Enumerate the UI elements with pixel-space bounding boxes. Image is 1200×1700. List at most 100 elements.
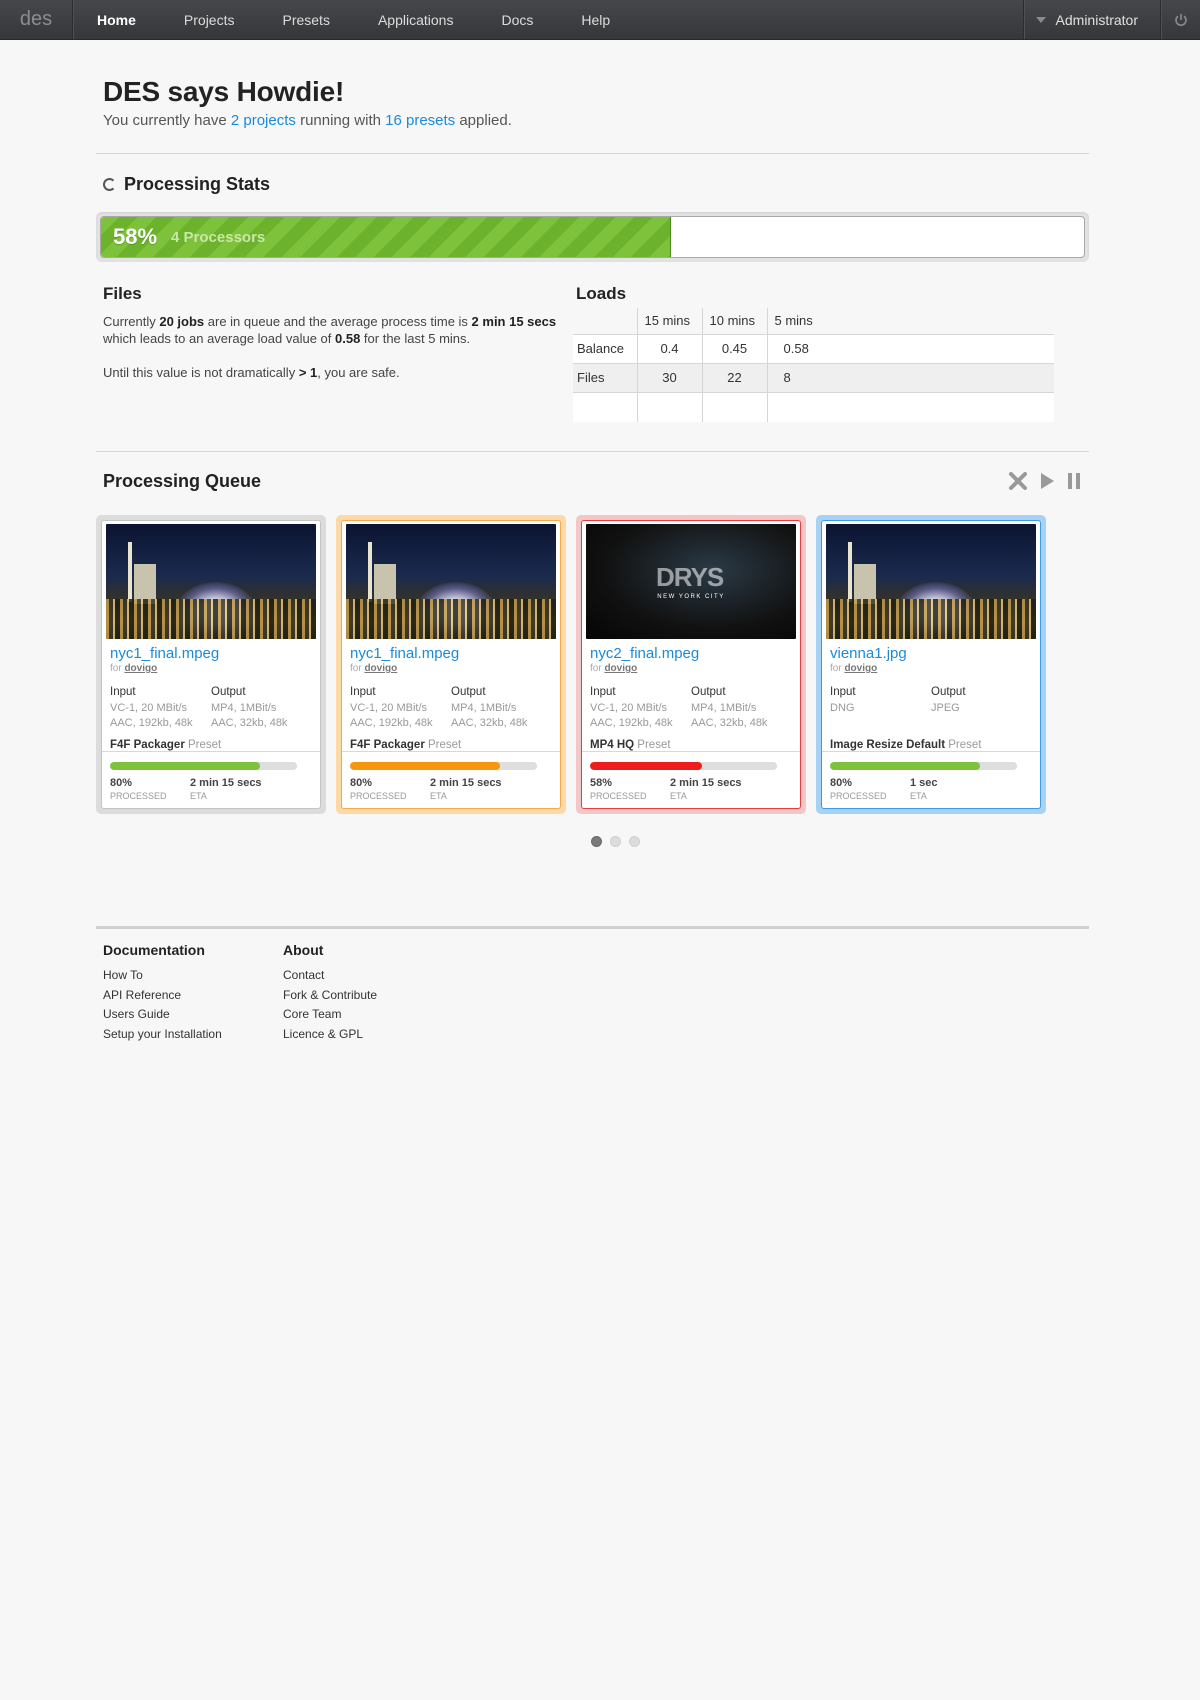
job-progress-fill: [350, 762, 500, 770]
user-name: Administrator: [1055, 11, 1138, 28]
output-label: Output: [691, 686, 726, 698]
table-header-empty: [573, 308, 638, 334]
job-title[interactable]: vienna1.jpg: [830, 645, 1032, 662]
queue-title: Processing Queue: [103, 470, 262, 491]
input-value: VC-1, 20 MBit/s: [350, 702, 428, 714]
table-cell: [637, 391, 703, 422]
queue-card[interactable]: DRYS NEW YORK CITY nyc2_final.mpeg for do…: [576, 515, 806, 814]
stats-title: Processing Stats: [124, 174, 271, 194]
jobs-count: 20 jobs: [159, 314, 205, 329]
table-cell: 0.45: [702, 333, 768, 363]
output-value: MP4, 1MBit/s: [451, 702, 517, 714]
table-row: Files 30 22 8: [573, 362, 1054, 392]
footer-link-fork[interactable]: Fork & Contribute: [283, 986, 463, 1006]
owner-link[interactable]: dovigo: [124, 663, 157, 674]
play-icon[interactable]: [1038, 471, 1056, 491]
page-dot-2[interactable]: [609, 836, 621, 847]
files-text: , you are safe.: [317, 365, 400, 380]
job-preset: Image Resize Default Preset: [830, 739, 1032, 751]
job-progress-bar: [350, 762, 537, 770]
stop-all-icon[interactable]: [1008, 471, 1028, 491]
job-owner: for dovigo: [830, 663, 1032, 674]
page-dot-1[interactable]: [590, 836, 602, 847]
output-value: MP4, 1MBit/s: [691, 702, 757, 714]
table-cell: Files: [573, 362, 638, 392]
output-label: Output: [451, 686, 486, 698]
owner-link[interactable]: dovigo: [364, 663, 397, 674]
job-footer: 58% PROCESSED 2 min 15 secs ETA: [582, 751, 800, 808]
nav-item-presets[interactable]: Presets: [258, 0, 353, 39]
hero: DES says Howdie! You currently have 2 pr…: [96, 40, 1089, 153]
job-footer: 80% PROCESSED 2 min 15 secs ETA: [342, 751, 560, 808]
job-title[interactable]: nyc1_final.mpeg: [110, 645, 312, 662]
footer-doc-title: Documentation: [103, 942, 205, 958]
queue-cards: nyc1_final.mpeg for dovigo Input VC-1, 20…: [96, 515, 1089, 814]
progress-track: 58% 4 Processors: [100, 216, 1085, 258]
logout-button[interactable]: [1160, 0, 1200, 39]
footer-about: About Contact Fork & Contribute Core Tea…: [283, 942, 463, 1044]
projects-link[interactable]: 2 projects: [231, 112, 296, 129]
loads-panel: Loads 15 mins 10 mins 5 mins Balance 0.4…: [573, 284, 1054, 422]
job-progress-bar: [590, 762, 777, 770]
owner-link[interactable]: dovigo: [844, 663, 877, 674]
queue-header: Processing Queue: [96, 468, 1089, 494]
job-thumbnail: [106, 524, 316, 639]
processed-value: 80%: [830, 777, 853, 789]
avg-load-value: 0.58: [335, 331, 361, 346]
queue-card[interactable]: nyc1_final.mpeg for dovigo Input VC-1, 20…: [336, 515, 566, 814]
nav-item-home[interactable]: Home: [73, 0, 160, 39]
table-cell: [767, 391, 1054, 422]
page-dot-3[interactable]: [628, 836, 640, 847]
presets-link[interactable]: 16 presets: [385, 112, 455, 129]
user-menu[interactable]: Administrator: [1022, 0, 1160, 39]
input-value: AAC, 192kb, 48k: [110, 717, 193, 729]
eta-value: 2 min 15 secs: [670, 777, 742, 789]
footer-link-licence[interactable]: Licence & GPL: [283, 1025, 463, 1045]
table-header-row: 15 mins 10 mins 5 mins: [573, 308, 1054, 334]
processed-label: PROCESSED: [110, 791, 167, 801]
job-title[interactable]: nyc2_final.mpeg: [590, 645, 792, 662]
job-progress-bar: [830, 762, 1017, 770]
footer-link-api-reference[interactable]: API Reference: [103, 986, 283, 1006]
queue-card[interactable]: vienna1.jpg for dovigo Input DNG Output JP…: [816, 515, 1046, 814]
owner-link[interactable]: dovigo: [604, 663, 637, 674]
preset-suffix: Preset: [428, 739, 462, 751]
queue-actions: [1008, 471, 1082, 491]
footer-link-setup[interactable]: Setup your Installation: [103, 1025, 283, 1045]
top-navbar: des Home Projects Presets Applications D…: [0, 0, 1200, 40]
footer-link-contact[interactable]: Contact: [283, 966, 463, 986]
footer-link-how-to[interactable]: How To: [103, 966, 283, 986]
avg-process-time: 2 min 15 secs: [471, 314, 557, 329]
table-cell: Balance: [573, 333, 638, 363]
job-thumbnail: [826, 524, 1036, 639]
main-nav: Home Projects Presets Applications Docs …: [73, 0, 634, 39]
output-label: Output: [211, 686, 246, 698]
processing-progress: 58% 4 Processors: [96, 212, 1089, 262]
for-label: for: [590, 663, 602, 674]
job-title[interactable]: nyc1_final.mpeg: [350, 645, 552, 662]
table-cell: [702, 391, 768, 422]
footer-link-core-team[interactable]: Core Team: [283, 1005, 463, 1025]
footer-link-users-guide[interactable]: Users Guide: [103, 1005, 283, 1025]
processed-value: 80%: [350, 777, 373, 789]
queue-card[interactable]: nyc1_final.mpeg for dovigo Input VC-1, 20…: [96, 515, 326, 814]
processed-value: 80%: [110, 777, 133, 789]
nav-item-docs[interactable]: Docs: [477, 0, 557, 39]
preset-suffix: Preset: [948, 739, 982, 751]
progress-fill: 58% 4 Processors: [101, 217, 672, 257]
nav-item-applications[interactable]: Applications: [354, 0, 478, 39]
files-text: Until this value is not dramatically: [103, 365, 299, 380]
brand-logo[interactable]: des: [0, 0, 73, 39]
table-cell: 8: [767, 362, 1054, 392]
table-header: 10 mins: [702, 308, 768, 334]
job-io: Input VC-1, 20 MBit/s AAC, 192kb, 48k Outp…: [110, 686, 312, 731]
output-value: AAC, 32kb, 48k: [211, 717, 288, 729]
pause-icon[interactable]: [1066, 471, 1082, 491]
input-value: VC-1, 20 MBit/s: [110, 702, 188, 714]
job-io: Input VC-1, 20 MBit/s AAC, 192kb, 48k Outp…: [350, 686, 552, 731]
nav-item-projects[interactable]: Projects: [160, 0, 259, 39]
table-cell: 0.58: [767, 333, 1054, 363]
info-row: Files Currently 20 jobs are in queue and…: [96, 262, 1089, 422]
nav-item-help[interactable]: Help: [557, 0, 634, 39]
output-value: AAC, 32kb, 48k: [451, 717, 528, 729]
